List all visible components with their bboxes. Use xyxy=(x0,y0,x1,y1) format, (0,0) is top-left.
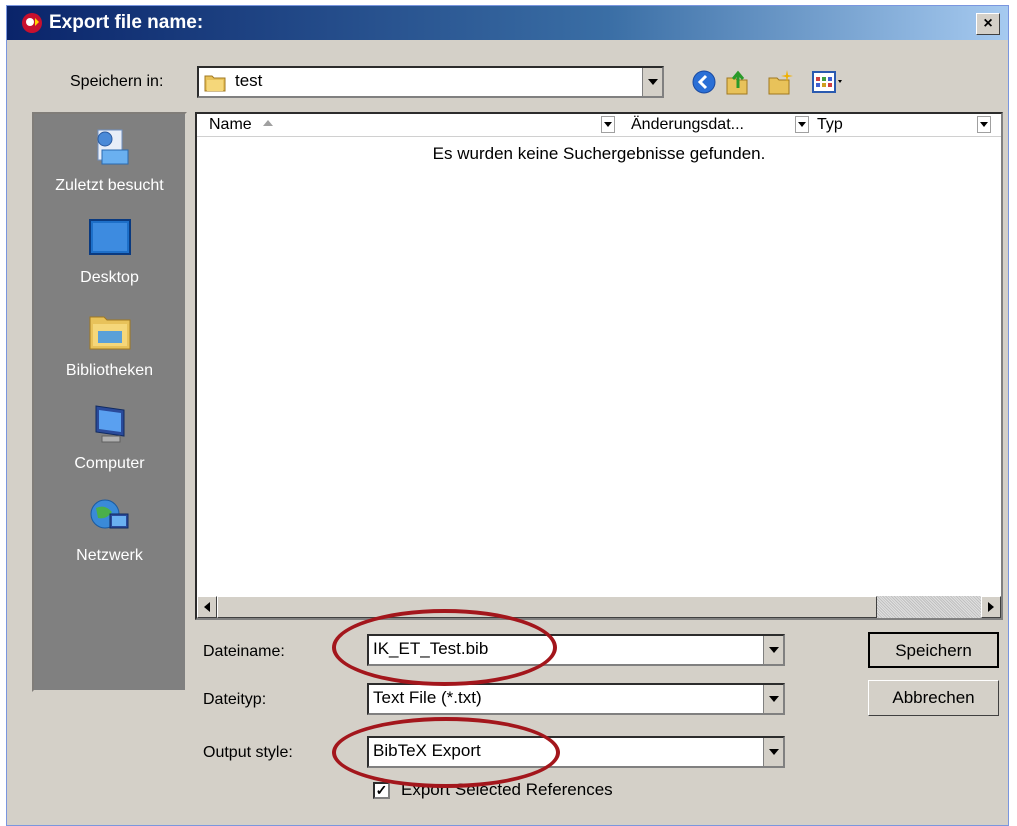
place-recent-label: Zuletzt besucht xyxy=(55,177,164,194)
cancel-button[interactable]: Abbrechen xyxy=(868,680,999,716)
name-column-filter-button[interactable] xyxy=(601,116,615,133)
place-libraries-label: Bibliotheken xyxy=(65,362,154,379)
recent-places-icon xyxy=(97,129,128,165)
back-icon[interactable] xyxy=(691,69,717,95)
sort-ascending-icon xyxy=(263,120,273,126)
file-list[interactable]: Name Änderungsdat... Typ Es wurden keine… xyxy=(195,112,1003,620)
folder-icon xyxy=(204,75,226,92)
view-menu-icon[interactable] xyxy=(811,69,847,95)
place-libraries[interactable]: Bibliotheken xyxy=(34,309,185,380)
output-style-dropdown-button[interactable] xyxy=(763,738,783,766)
save-button[interactable]: Speichern xyxy=(868,632,999,668)
save-in-combobox[interactable]: test xyxy=(197,66,664,98)
file-list-header: Name Änderungsdat... Typ xyxy=(197,114,1001,137)
column-name-header[interactable]: Name xyxy=(209,114,252,136)
filetype-value: Text File (*.txt) xyxy=(373,688,482,707)
export-selected-label: Export Selected References xyxy=(401,780,613,799)
scroll-track[interactable] xyxy=(877,596,981,618)
filename-input[interactable]: IK_ET_Test.bib xyxy=(367,634,785,666)
save-in-dropdown-button[interactable] xyxy=(642,68,662,96)
new-folder-icon[interactable] xyxy=(767,68,795,96)
save-in-value: test xyxy=(235,71,263,90)
title-bar[interactable]: Export file name: × xyxy=(7,6,1008,40)
output-style-select[interactable]: BibTeX Export xyxy=(367,736,785,768)
filetype-label: Dateityp: xyxy=(203,691,267,708)
type-column-filter-button[interactable] xyxy=(977,116,991,133)
desktop-icon xyxy=(88,219,131,255)
save-in-label: Speichern in: xyxy=(70,73,164,90)
export-dialog: Export file name: × Speichern in: test Z… xyxy=(6,5,1009,826)
place-computer-label: Computer xyxy=(74,455,145,472)
place-network[interactable]: Netzwerk xyxy=(34,494,185,565)
scroll-left-button[interactable] xyxy=(197,596,217,618)
libraries-icon xyxy=(89,316,130,350)
place-network-label: Netzwerk xyxy=(76,547,143,564)
up-folder-icon[interactable] xyxy=(725,68,751,96)
horizontal-scrollbar[interactable] xyxy=(197,596,1001,618)
empty-results-message: Es wurden keine Suchergebnisse gefunden. xyxy=(432,144,766,163)
scroll-right-button[interactable] xyxy=(981,596,1001,618)
filename-value: IK_ET_Test.bib xyxy=(373,639,489,658)
filename-dropdown-button[interactable] xyxy=(763,636,783,664)
places-bar: Zuletzt besucht Desktop Bibliotheken Com… xyxy=(32,112,187,692)
network-icon xyxy=(90,499,128,529)
output-style-value: BibTeX Export xyxy=(373,741,481,760)
scroll-thumb[interactable] xyxy=(217,596,877,618)
output-style-label: Output style: xyxy=(203,744,293,761)
filename-label: Dateiname: xyxy=(203,643,285,660)
close-button[interactable]: × xyxy=(976,13,1000,35)
export-selected-checkbox[interactable]: ✓ xyxy=(373,782,390,799)
app-icon xyxy=(22,13,42,33)
place-recent[interactable]: Zuletzt besucht xyxy=(34,124,185,195)
modified-column-filter-button[interactable] xyxy=(795,116,809,133)
computer-icon xyxy=(95,405,124,443)
place-computer[interactable]: Computer xyxy=(34,402,185,473)
filetype-select[interactable]: Text File (*.txt) xyxy=(367,683,785,715)
place-desktop-label: Desktop xyxy=(80,269,139,286)
place-desktop[interactable]: Desktop xyxy=(34,216,185,287)
dialog-title: Export file name: xyxy=(49,12,204,33)
column-modified-header[interactable]: Änderungsdat... xyxy=(631,114,744,136)
column-type-header[interactable]: Typ xyxy=(817,114,843,136)
filetype-dropdown-button[interactable] xyxy=(763,685,783,713)
